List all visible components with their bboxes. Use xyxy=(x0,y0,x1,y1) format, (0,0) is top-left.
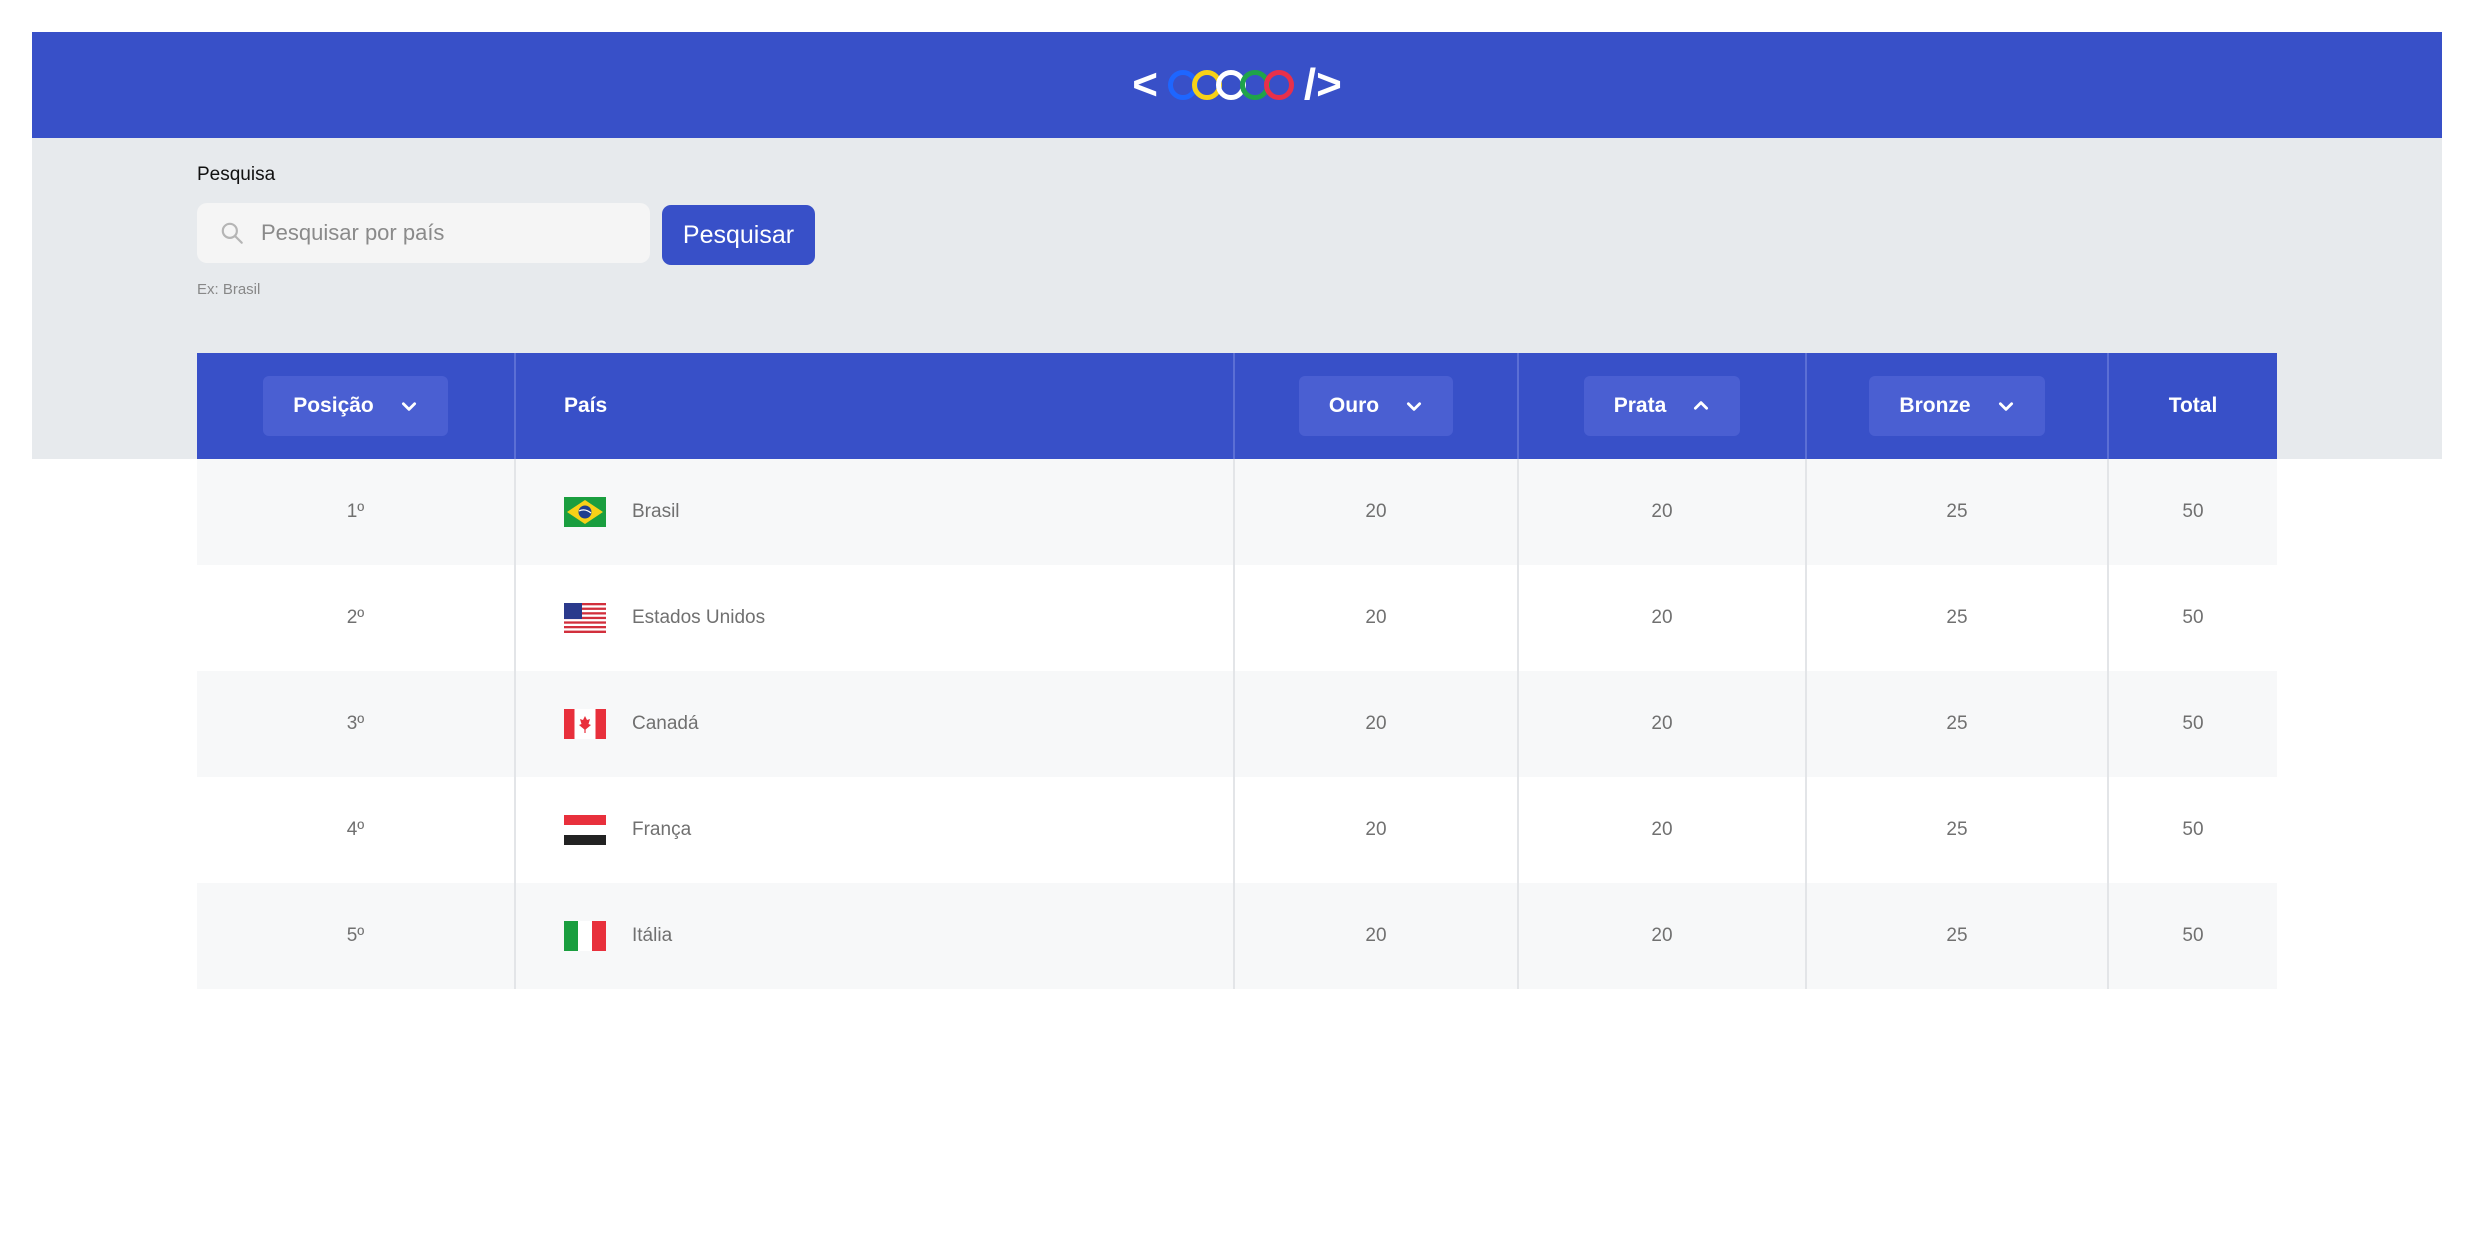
cell-country: Brasil xyxy=(516,459,1235,565)
table-row: 4º França 20 20 25 50 xyxy=(197,777,2277,883)
cell-total: 50 xyxy=(2182,819,2204,840)
medal-table: Posição País Ouro Prata Bronze Total 1º … xyxy=(197,353,2277,989)
column-country: País xyxy=(516,353,1235,459)
canada-flag-icon xyxy=(564,709,606,739)
column-bronze-label: Bronze xyxy=(1899,394,1971,417)
ring-red xyxy=(1263,70,1294,100)
chevron-up-icon xyxy=(1694,401,1709,410)
column-gold: Ouro xyxy=(1235,353,1519,459)
chevron-down-icon xyxy=(401,402,416,411)
cell-gold: 20 xyxy=(1235,565,1519,671)
italy-flag-icon xyxy=(564,921,606,951)
column-total-label: Total xyxy=(2168,394,2218,417)
usa-flag-icon xyxy=(564,603,606,633)
column-bronze: Bronze xyxy=(1807,353,2109,459)
cell-country: Canadá xyxy=(516,671,1235,777)
chevron-down-icon xyxy=(1407,402,1422,411)
column-position-label: Posição xyxy=(293,394,374,417)
cell-silver: 20 xyxy=(1519,671,1807,777)
olympic-rings-icon xyxy=(1167,70,1294,100)
sort-silver-button[interactable]: Prata xyxy=(1583,376,1741,436)
column-country-label: País xyxy=(564,394,608,417)
cell-bronze: 25 xyxy=(1807,459,2109,565)
chevron-down-icon xyxy=(1998,402,2013,411)
page: < /> Pesquisa Pesquisar Ex: Brasil Posiç… xyxy=(0,0,2473,1255)
cell-gold: 20 xyxy=(1235,671,1519,777)
cell-position: 3º xyxy=(197,671,516,777)
table-row: 3º Canadá 20 20 25 50 xyxy=(197,671,2277,777)
brazil-flag-icon xyxy=(564,497,606,527)
cell-silver: 20 xyxy=(1519,459,1807,565)
sort-bronze-button[interactable]: Bronze xyxy=(1869,376,2045,436)
table-row: 5º Itália 20 20 25 50 xyxy=(197,883,2277,989)
table-row: 2º Estados Unidos 20 20 25 50 xyxy=(197,565,2277,671)
logo-right-bracket: /> xyxy=(1303,60,1342,109)
table-header: Posição País Ouro Prata Bronze Total xyxy=(197,353,2277,459)
cell-gold: 20 xyxy=(1235,459,1519,565)
cell-position: 1º xyxy=(197,459,516,565)
country-name: Canadá xyxy=(632,713,699,734)
cell-gold: 20 xyxy=(1235,883,1519,989)
cell-total: 50 xyxy=(2182,925,2204,946)
search-label: Pesquisa xyxy=(197,164,276,185)
cell-bronze: 25 xyxy=(1807,777,2109,883)
cell-position: 5º xyxy=(197,883,516,989)
logo[interactable]: < /> xyxy=(1132,63,1342,107)
search-box[interactable] xyxy=(197,203,650,263)
cell-position: 4º xyxy=(197,777,516,883)
cell-total: 50 xyxy=(2182,713,2204,734)
search-button[interactable]: Pesquisar xyxy=(662,205,815,265)
cell-bronze: 25 xyxy=(1807,565,2109,671)
column-gold-label: Ouro xyxy=(1328,394,1380,417)
cell-position: 2º xyxy=(197,565,516,671)
country-name: França xyxy=(632,819,692,840)
cell-silver: 20 xyxy=(1519,565,1807,671)
country-name: Brasil xyxy=(632,501,680,522)
column-position: Posição xyxy=(197,353,516,459)
column-total: Total xyxy=(2109,353,2277,459)
cell-country: Estados Unidos xyxy=(516,565,1235,671)
app-header: < /> xyxy=(32,32,2442,138)
cell-country: Itália xyxy=(516,883,1235,989)
cell-total: 50 xyxy=(2182,607,2204,628)
search-hint: Ex: Brasil xyxy=(197,281,261,298)
cell-silver: 20 xyxy=(1519,777,1807,883)
sort-position-button[interactable]: Posição xyxy=(263,376,448,436)
search-input[interactable] xyxy=(259,219,633,247)
search-icon xyxy=(221,222,243,244)
column-silver-label: Prata xyxy=(1613,394,1667,417)
column-silver: Prata xyxy=(1519,353,1807,459)
sort-gold-button[interactable]: Ouro xyxy=(1298,376,1454,436)
cell-gold: 20 xyxy=(1235,777,1519,883)
country-name: Estados Unidos xyxy=(632,607,766,628)
country-name: Itália xyxy=(632,925,673,946)
cell-country: França xyxy=(516,777,1235,883)
table-row: 1º Brasil 20 20 25 50 xyxy=(197,459,2277,565)
cell-bronze: 25 xyxy=(1807,883,2109,989)
cell-bronze: 25 xyxy=(1807,671,2109,777)
france-flag-icon xyxy=(564,815,606,845)
logo-left-bracket: < xyxy=(1132,60,1158,109)
cell-silver: 20 xyxy=(1519,883,1807,989)
cell-total: 50 xyxy=(2182,501,2204,522)
